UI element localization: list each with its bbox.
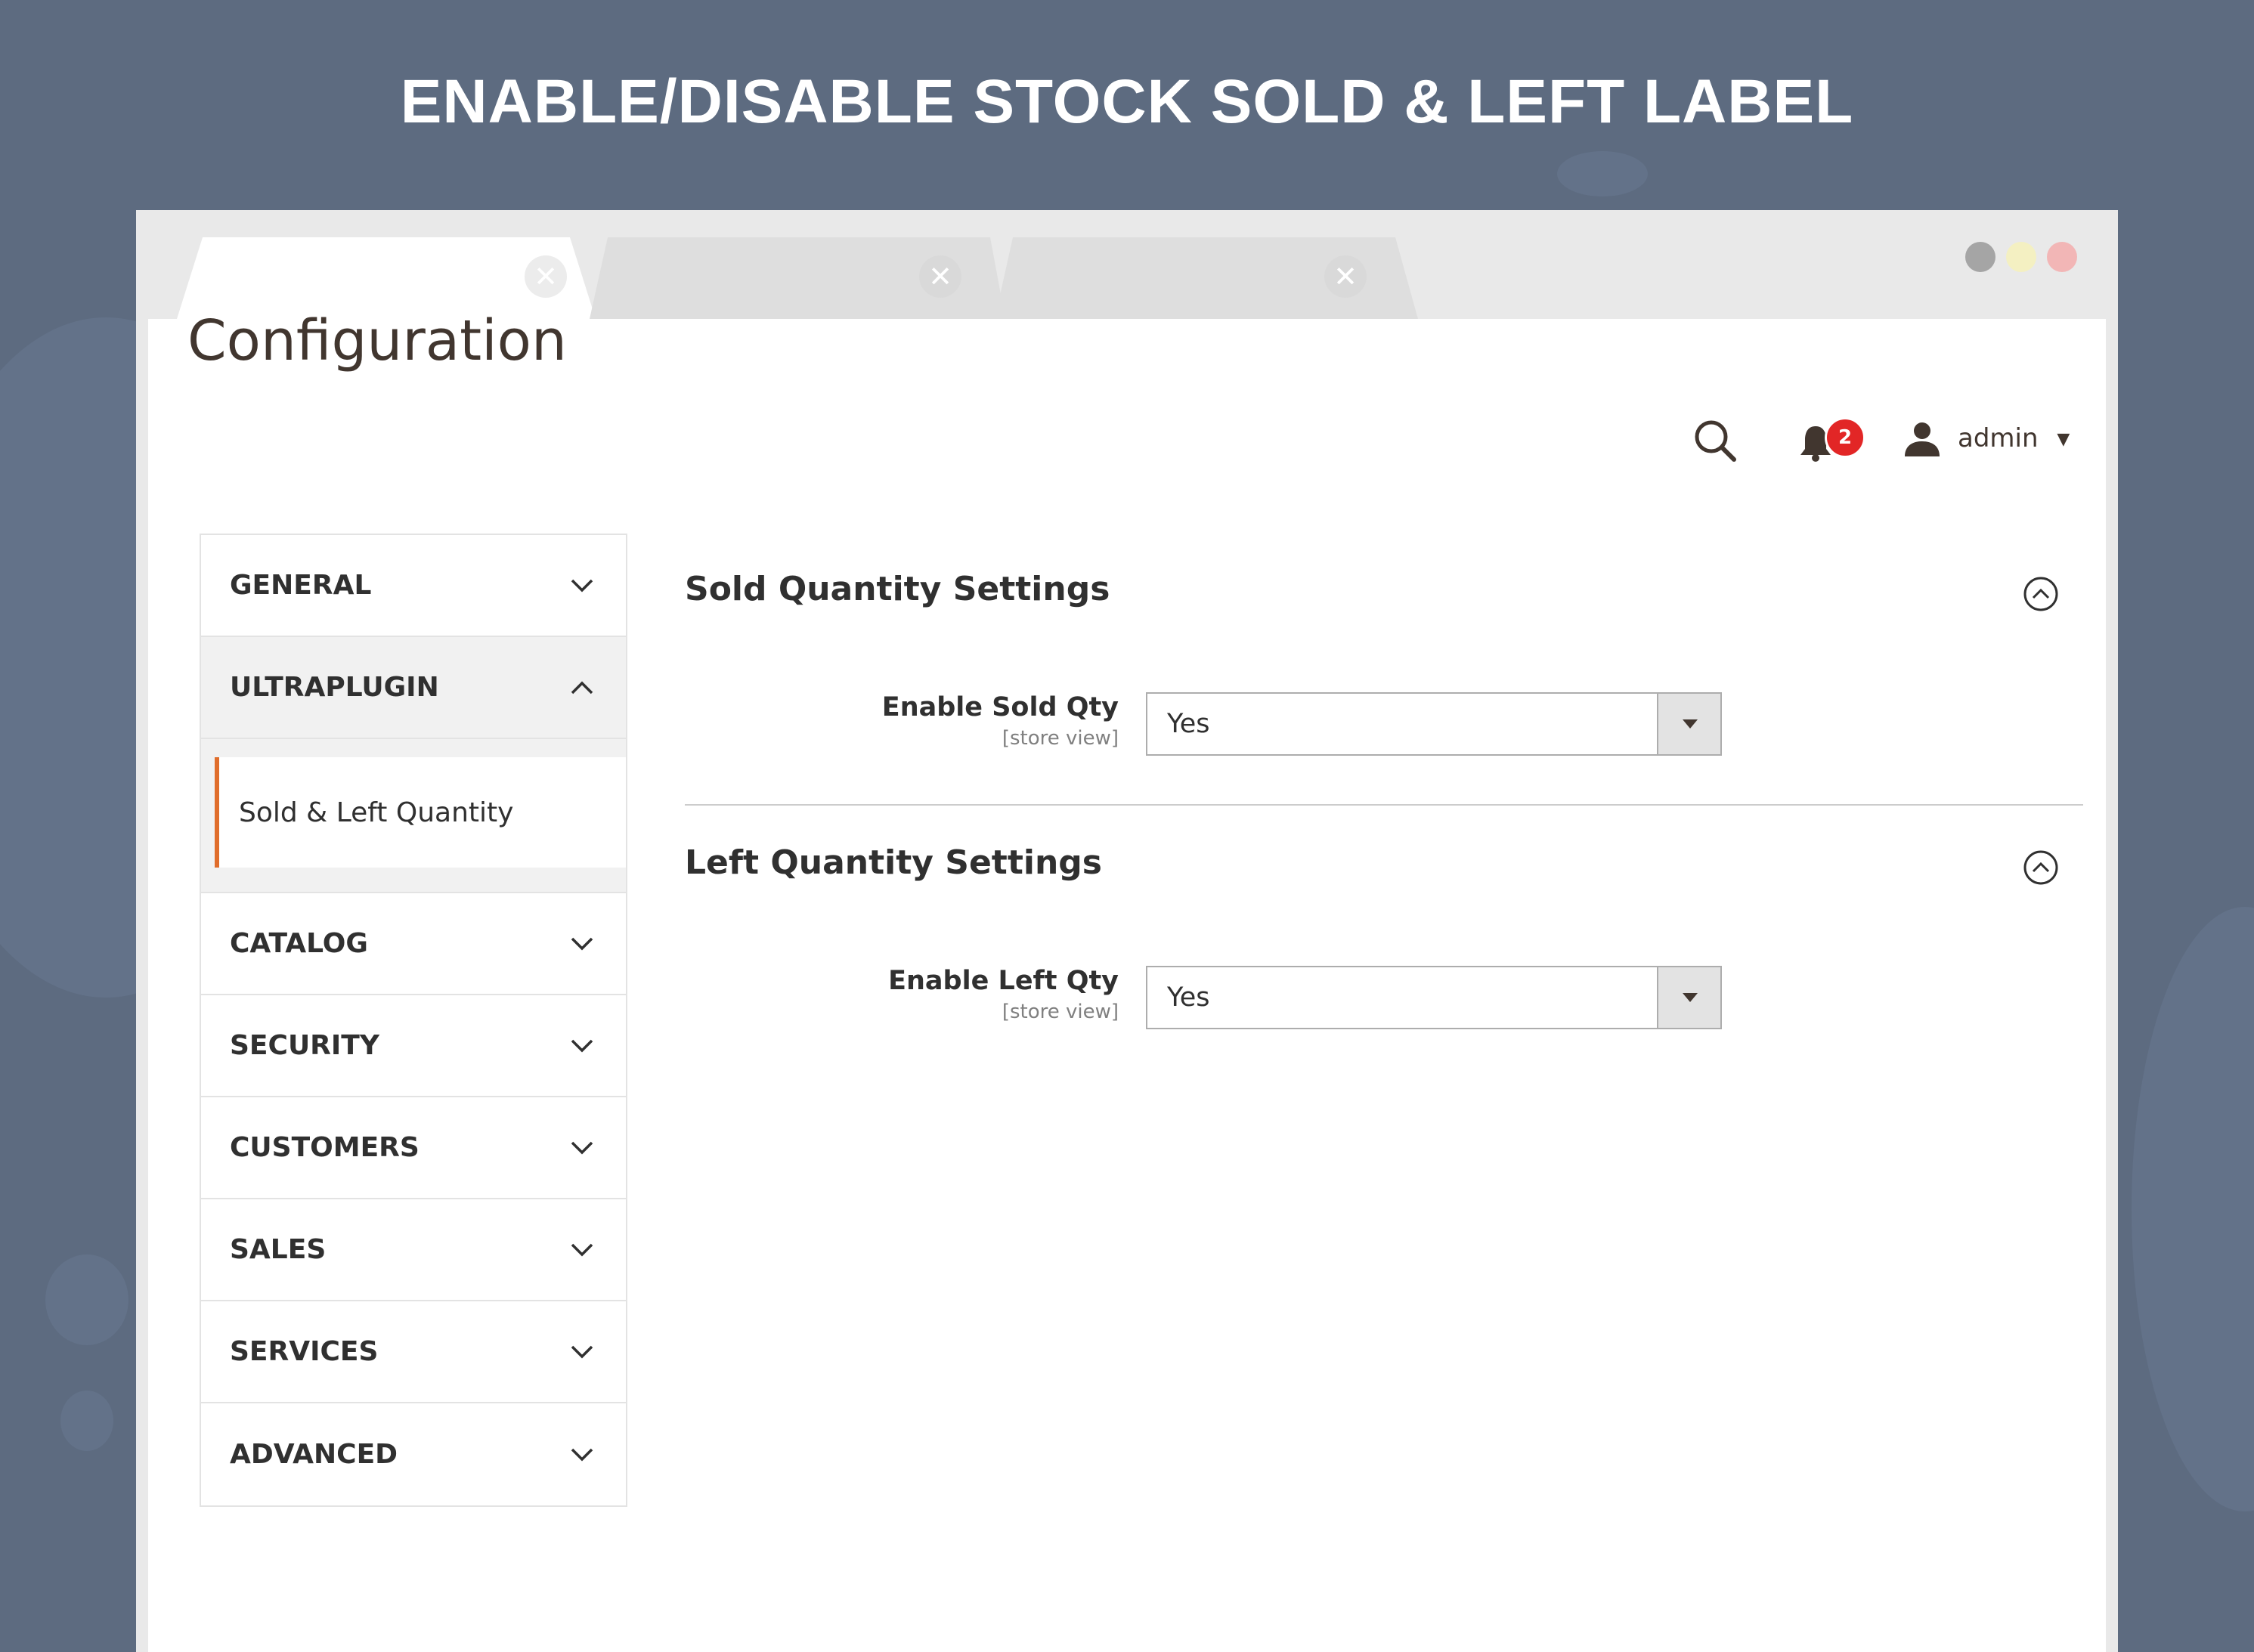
close-icon[interactable]: ✕	[1324, 255, 1367, 298]
browser-tab-1[interactable]: ✕	[177, 237, 596, 319]
close-icon[interactable]: ✕	[919, 255, 961, 298]
section-title-sold-quantity[interactable]: Sold Quantity Settings	[685, 570, 1110, 608]
ultraplugin-submenu: Sold & Left Quantity	[201, 739, 626, 893]
select-value: Yes	[1167, 982, 1210, 1013]
enable-sold-qty-select[interactable]: Yes	[1146, 692, 1722, 756]
section-title-left-quantity[interactable]: Left Quantity Settings	[685, 843, 1102, 882]
user-name: admin	[1958, 423, 2039, 453]
nav-group-label: SALES	[230, 1234, 327, 1265]
nav-group-general[interactable]: GENERAL	[201, 535, 626, 637]
user-icon[interactable]	[1903, 420, 1941, 458]
browser-tab-3[interactable]: ✕	[995, 237, 1418, 319]
nav-item-label: Sold & Left Quantity	[239, 797, 514, 828]
chevron-down-icon	[571, 1243, 593, 1256]
nav-group-label: ULTRAPLUGIN	[230, 672, 439, 703]
field-label-enable-sold-qty: Enable Sold Qty	[881, 692, 1119, 722]
nav-group-label: CUSTOMERS	[230, 1132, 420, 1163]
close-dot[interactable]	[2047, 242, 2077, 272]
chevron-down-icon	[571, 1448, 593, 1461]
config-sidebar: GENERAL ULTRAPLUGIN Sold & Left Quantity…	[200, 534, 627, 1507]
nav-group-catalog[interactable]: CATALOG	[201, 893, 626, 995]
chevron-down-icon	[571, 1345, 593, 1358]
background-shape	[60, 1391, 113, 1451]
field-label-enable-left-qty: Enable Left Qty	[888, 966, 1119, 996]
nav-group-label: SERVICES	[230, 1336, 379, 1367]
enable-left-qty-select[interactable]: Yes	[1146, 966, 1722, 1029]
nav-group-services[interactable]: SERVICES	[201, 1301, 626, 1403]
page-title: Configuration	[187, 308, 567, 373]
section-divider	[685, 804, 2083, 806]
dropdown-arrow-icon[interactable]	[1657, 694, 1720, 754]
caret-down-icon: ▼	[2057, 430, 2070, 449]
field-scope: [store view]	[1002, 727, 1119, 750]
search-icon[interactable]	[1693, 419, 1737, 462]
chevron-down-icon	[571, 937, 593, 950]
nav-group-sales[interactable]: SALES	[201, 1199, 626, 1301]
maximize-dot[interactable]	[2006, 242, 2036, 272]
background-shape	[45, 1254, 128, 1345]
close-icon[interactable]: ✕	[525, 255, 567, 298]
select-value: Yes	[1167, 709, 1210, 739]
chevron-down-icon	[571, 1039, 593, 1052]
nav-group-label: SECURITY	[230, 1030, 379, 1061]
user-menu-button[interactable]: admin ▼	[1958, 423, 2070, 453]
chevron-down-icon	[571, 1141, 593, 1154]
notification-badge: 2	[1825, 417, 1865, 458]
collapse-circle-icon[interactable]	[2023, 849, 2059, 886]
dropdown-arrow-icon[interactable]	[1657, 967, 1720, 1028]
nav-group-security[interactable]: SECURITY	[201, 995, 626, 1097]
collapse-circle-icon[interactable]	[2023, 576, 2059, 612]
nav-group-customers[interactable]: CUSTOMERS	[201, 1097, 626, 1199]
browser-tab-2[interactable]: ✕	[590, 237, 1005, 319]
minimize-dot[interactable]	[1965, 242, 1995, 272]
background-shape	[2132, 907, 2254, 1511]
banner-title: ENABLE/DISABLE STOCK SOLD & LEFT LABEL	[400, 67, 1854, 136]
nav-group-label: GENERAL	[230, 570, 372, 601]
field-scope: [store view]	[1002, 1001, 1119, 1023]
nav-group-ultraplugin[interactable]: ULTRAPLUGIN	[201, 637, 626, 739]
nav-group-advanced[interactable]: ADVANCED	[201, 1403, 626, 1505]
nav-group-label: ADVANCED	[230, 1439, 398, 1470]
chevron-up-icon	[571, 681, 593, 694]
nav-item-sold-left-quantity[interactable]: Sold & Left Quantity	[215, 757, 626, 868]
chevron-down-icon	[571, 579, 593, 592]
nav-group-label: CATALOG	[230, 928, 368, 959]
background-shape	[1557, 151, 1648, 196]
